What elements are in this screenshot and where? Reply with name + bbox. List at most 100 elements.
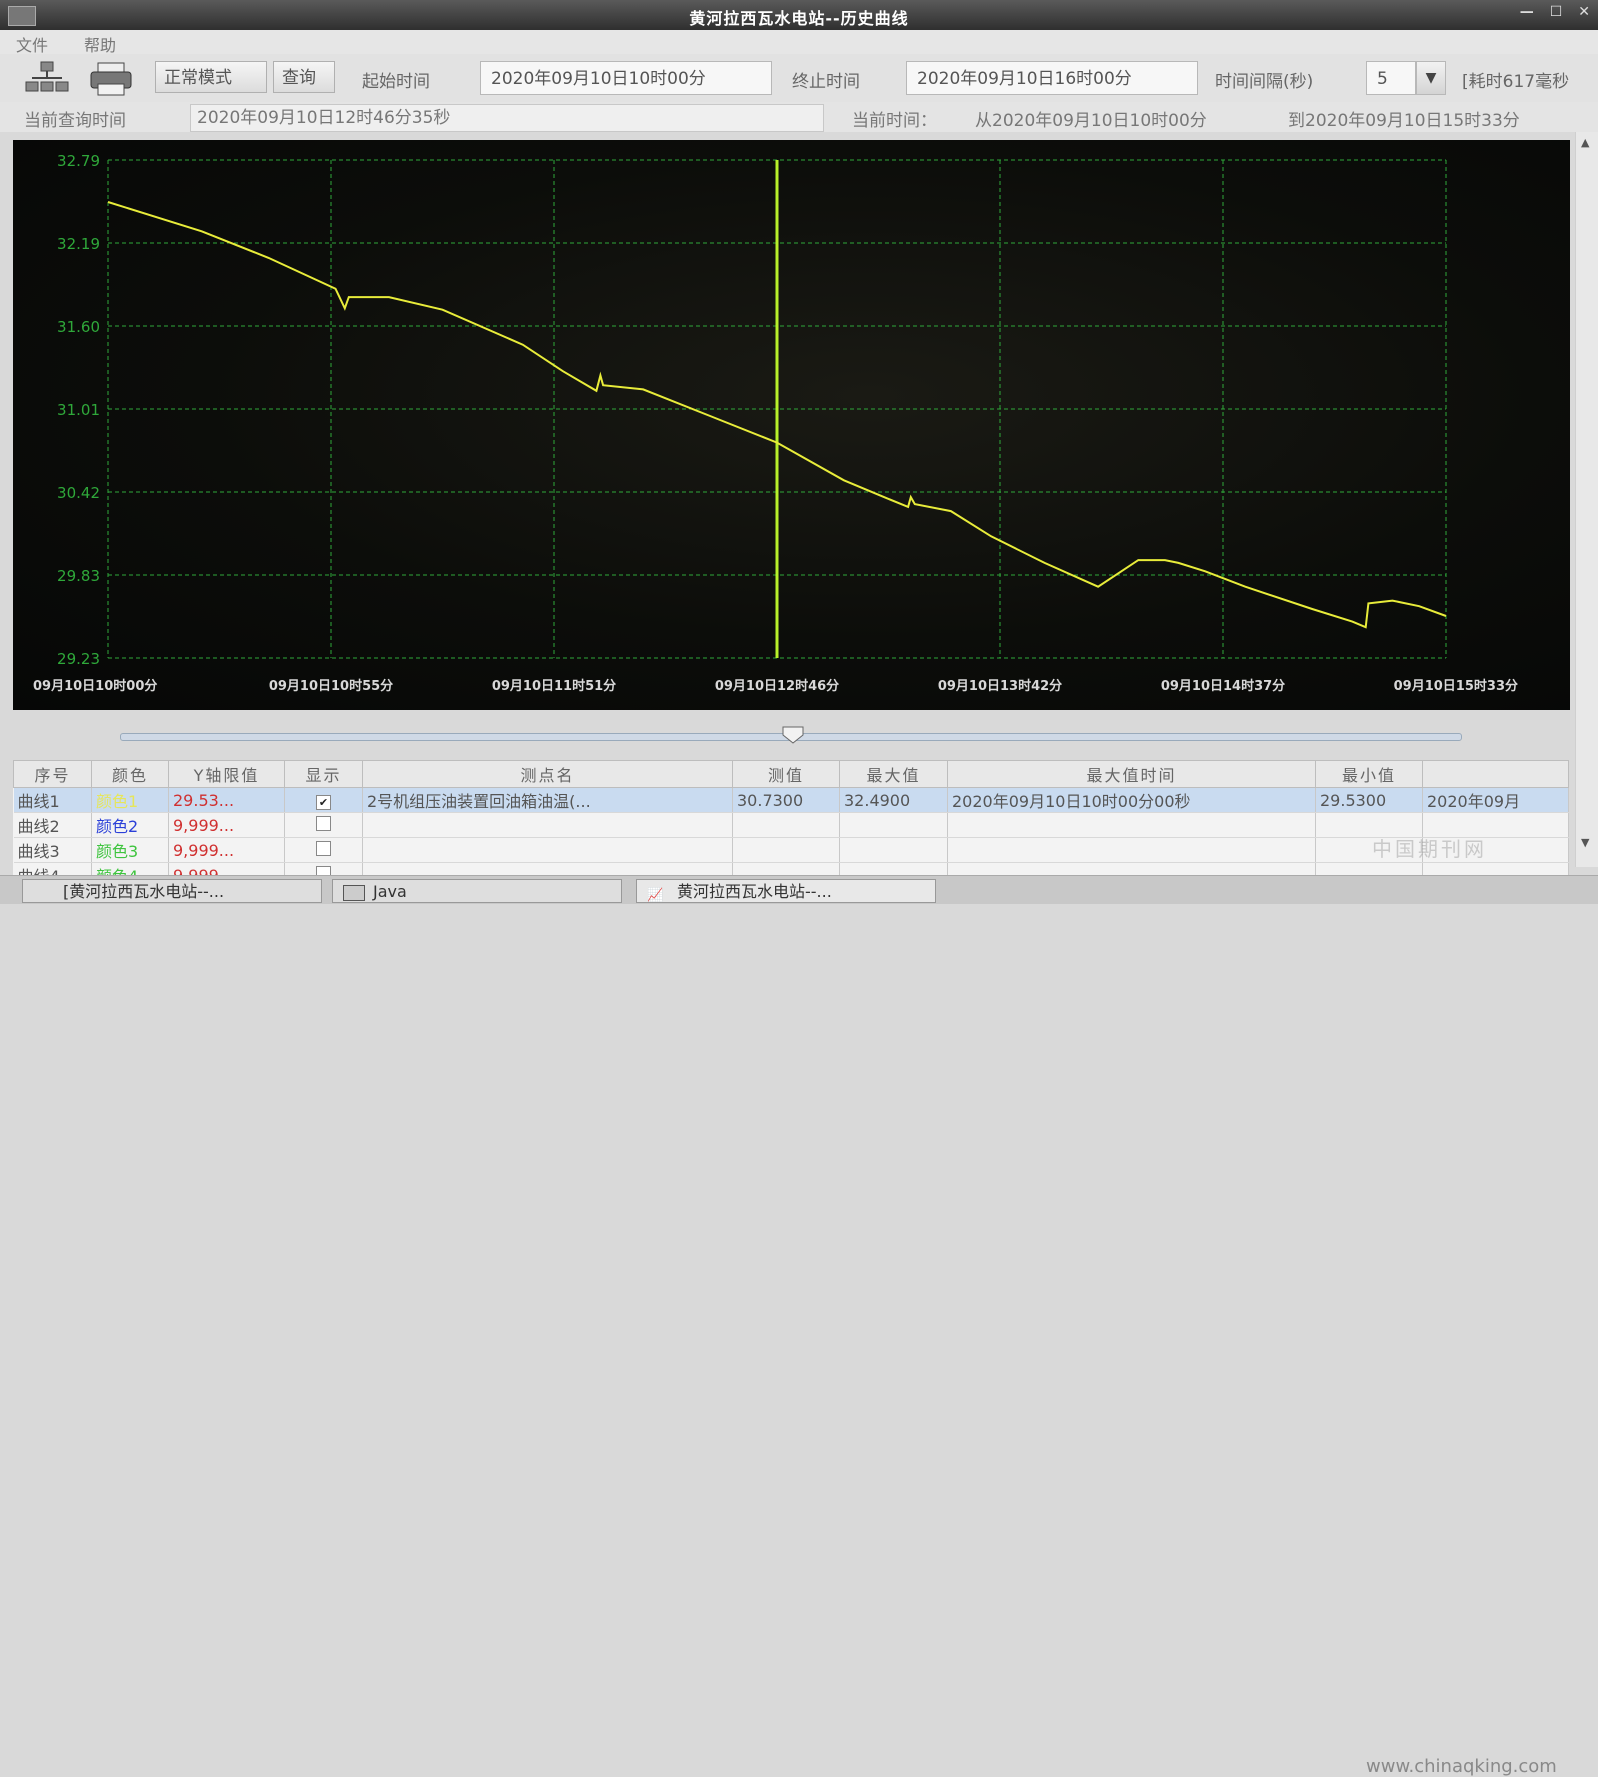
title-bar: 黄河拉西瓦水电站--历史曲线 — ☐ ✕: [0, 0, 1598, 30]
query-time-label: 当前查询时间: [24, 111, 126, 131]
table-header-row: 序号 颜色 Y轴限值 显示 测点名 测值 最大值 最大值时间 最小值: [13, 760, 1569, 788]
col-header-value[interactable]: 测值: [732, 760, 840, 788]
close-icon[interactable]: ✕: [1578, 4, 1590, 20]
cell-point-name: 2号机组压油装置回油箱油温(...: [362, 787, 733, 813]
current-from-text: 从2020年09月10日10时00分: [975, 111, 1207, 131]
cell-no: 曲线2: [13, 812, 92, 838]
chart-icon: 📈: [647, 888, 664, 903]
window-icon: [343, 885, 365, 901]
cell-show[interactable]: [284, 837, 363, 863]
x-tick-label: 09月10日15时33分: [1394, 678, 1518, 694]
network-icon[interactable]: [22, 60, 72, 98]
col-header-no[interactable]: 序号: [13, 760, 92, 788]
show-checkbox[interactable]: ✔: [316, 794, 331, 810]
cell-max-time: 2020年09月10日10时00分00秒: [947, 787, 1316, 813]
col-header-extra[interactable]: [1422, 760, 1569, 788]
window-controls: — ☐ ✕: [1520, 4, 1590, 20]
cell-color: 颜色3: [91, 837, 169, 863]
start-time-field[interactable]: 2020年09月10日10时00分: [480, 61, 772, 95]
taskbar-item-label: [黄河拉西瓦水电站--...: [63, 882, 225, 901]
show-checkbox[interactable]: [316, 815, 331, 831]
cell-value: [732, 837, 840, 863]
end-time-label: 终止时间: [792, 72, 860, 92]
col-header-ylimit[interactable]: Y轴限值: [168, 760, 285, 788]
cell-show[interactable]: ✔: [284, 787, 363, 813]
cell-max-time: [947, 837, 1316, 863]
y-tick-label: 32.19: [57, 235, 100, 253]
interval-combo[interactable]: 5: [1366, 61, 1416, 95]
cell-color: 颜色2: [91, 812, 169, 838]
taskbar-item-history-curve[interactable]: 📈 黄河拉西瓦水电站--...: [636, 879, 936, 903]
y-tick-label: 29.83: [57, 567, 100, 585]
taskbar-item-label: Java: [373, 882, 407, 901]
current-to-text: 到2020年09月10日15时33分: [1288, 111, 1520, 131]
x-tick-label: 09月10日12时46分: [715, 678, 839, 694]
cell-min: 29.5300: [1315, 787, 1423, 813]
menu-help[interactable]: 帮助: [84, 32, 116, 56]
printer-icon[interactable]: [86, 60, 136, 98]
col-header-min[interactable]: 最小值: [1315, 760, 1423, 788]
taskbar-item-label: 黄河拉西瓦水电站--...: [677, 882, 832, 901]
elapsed-time-label: [耗时617毫秒: [1462, 72, 1570, 92]
cell-ylimit: 9,999...: [168, 837, 285, 863]
cell-point-name: [362, 812, 733, 838]
cell-value: 30.7300: [732, 787, 840, 813]
x-tick-label: 09月10日11时51分: [492, 678, 616, 694]
curve-table: 序号 颜色 Y轴限值 显示 测点名 测值 最大值 最大值时间 最小值 曲线1 颜色…: [13, 760, 1569, 888]
scroll-down-icon[interactable]: ▼: [1581, 836, 1589, 849]
watermark-cn: 中国期刊网: [1372, 837, 1487, 861]
cell-ylimit: 9,999...: [168, 812, 285, 838]
x-tick-label: 09月10日10时55分: [269, 678, 393, 694]
current-time-label: 当前时间：: [852, 111, 937, 131]
menu-file[interactable]: 文件: [16, 32, 48, 56]
table-row[interactable]: 曲线3 颜色3 9,999...: [13, 837, 1569, 863]
query-time-field[interactable]: 2020年09月10日12时46分35秒: [190, 104, 824, 132]
menu-bar: 文件 帮助: [0, 30, 1598, 56]
y-tick-label: 29.23: [57, 650, 100, 668]
scroll-up-icon[interactable]: ▲: [1581, 136, 1589, 149]
taskbar-item-java[interactable]: Java: [332, 879, 622, 903]
status-row: 当前查询时间 2020年09月10日12时46分35秒 当前时间： 从2020年…: [0, 102, 1598, 132]
x-tick-label: 09月10日13时42分: [938, 678, 1062, 694]
y-tick-label: 30.42: [57, 484, 100, 502]
history-chart[interactable]: 32.79 32.19 31.60 31.01 30.42 29.83 29.23 09月10…: [13, 140, 1570, 710]
normal-mode-button[interactable]: 正常模式: [155, 61, 267, 93]
cell-no: 曲线1: [13, 787, 92, 813]
watermark-url: www.chinaqking.com: [1366, 1756, 1557, 1777]
y-tick-label: 31.01: [57, 401, 100, 419]
cell-point-name: [362, 837, 733, 863]
show-checkbox[interactable]: [316, 840, 331, 856]
cell-value: [732, 812, 840, 838]
time-slider-thumb[interactable]: [782, 726, 804, 744]
minimize-icon[interactable]: —: [1520, 4, 1534, 20]
col-header-max[interactable]: 最大值: [839, 760, 948, 788]
cell-min-time: 2020年09月: [1422, 787, 1569, 813]
vertical-scrollbar[interactable]: ▲ ▼: [1575, 132, 1598, 867]
table-row[interactable]: 曲线2 颜色2 9,999...: [13, 812, 1569, 838]
query-button[interactable]: 查询: [273, 61, 335, 93]
cell-color: 颜色1: [91, 787, 169, 813]
table-row[interactable]: 曲线1 颜色1 29.53... ✔ 2号机组压油装置回油箱油温(... 30.7300 3…: [13, 787, 1569, 813]
cell-max: 32.4900: [839, 787, 948, 813]
window-title: 黄河拉西瓦水电站--历史曲线: [689, 9, 909, 28]
history-chart-area[interactable]: 32.79 32.19 31.60 31.01 30.42 29.83 29.23 09月10…: [13, 140, 1570, 710]
col-header-show[interactable]: 显示: [284, 760, 363, 788]
chevron-down-icon[interactable]: ▼: [1416, 61, 1446, 95]
maximize-icon[interactable]: ☐: [1550, 4, 1563, 20]
toolbar: 正常模式 查询 起始时间 2020年09月10日10时00分 终止时间 2020…: [0, 54, 1598, 103]
cell-no: 曲线3: [13, 837, 92, 863]
taskbar-item-main-window[interactable]: [黄河拉西瓦水电站--...: [22, 879, 322, 903]
end-time-field[interactable]: 2020年09月10日16时00分: [906, 61, 1198, 95]
x-tick-label: 09月10日10时00分: [33, 678, 157, 694]
col-header-point-name[interactable]: 测点名: [362, 760, 733, 788]
cell-max-time: [947, 812, 1316, 838]
col-header-color[interactable]: 颜色: [91, 760, 169, 788]
cell-show[interactable]: [284, 812, 363, 838]
cell-max: [839, 812, 948, 838]
y-tick-label: 32.79: [57, 152, 100, 170]
x-tick-label: 09月10日14时37分: [1161, 678, 1285, 694]
cell-ylimit: 29.53...: [168, 787, 285, 813]
y-tick-label: 31.60: [57, 318, 100, 336]
cell-max: [839, 837, 948, 863]
col-header-max-time[interactable]: 最大值时间: [947, 760, 1316, 788]
